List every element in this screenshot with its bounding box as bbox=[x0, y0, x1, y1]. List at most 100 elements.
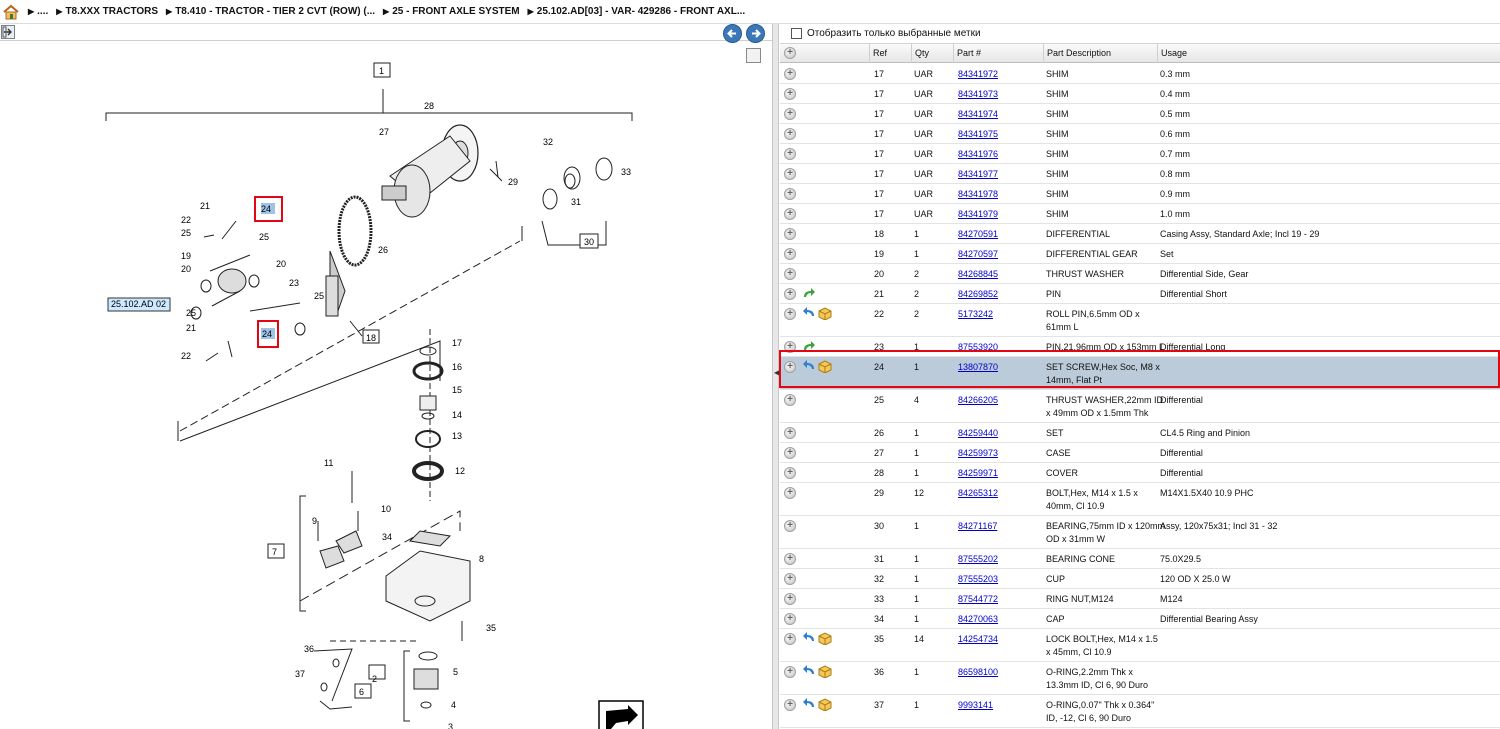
pane-splitter[interactable]: ◀ bbox=[772, 24, 780, 729]
table-row[interactable]: +28 1 84259971 Differential COVER bbox=[780, 463, 1500, 483]
page-label[interactable]: 25.102.AD 02 bbox=[111, 299, 166, 309]
table-row[interactable]: +17 UAR 84341974 0.5 mm SHIM bbox=[780, 104, 1500, 124]
part-number-link[interactable]: 84270591 bbox=[958, 228, 998, 241]
table-row[interactable]: +18 1 84270591 Casing Assy, Standard Axle; … bbox=[780, 224, 1500, 244]
table-row[interactable]: +24 1 13807870 SET SCREW,Hex Soc, M8 x 14mm,… bbox=[780, 357, 1500, 390]
plus-circle-icon[interactable]: + bbox=[784, 394, 796, 406]
plus-circle-icon[interactable]: + bbox=[784, 341, 796, 353]
breadcrumb-item[interactable]: ▶ 25.102.AD[03] - VAR- 429286 - FRONT AXL… bbox=[528, 6, 746, 17]
table-row[interactable]: +17 UAR 84341975 0.6 mm SHIM bbox=[780, 124, 1500, 144]
part-number-link[interactable]: 84341979 bbox=[958, 208, 998, 221]
box-icon[interactable] bbox=[818, 665, 832, 680]
table-row[interactable]: +22 2 5173242 ROLL PIN,6.5mm OD x 61mm L bbox=[780, 304, 1500, 337]
table-row[interactable]: +27 1 84259973 Differential CASE bbox=[780, 443, 1500, 463]
blue-arrow-icon[interactable] bbox=[802, 665, 816, 679]
part-number-link[interactable]: 87553920 bbox=[958, 341, 998, 354]
plus-circle-icon[interactable]: + bbox=[784, 487, 796, 499]
part-number-link[interactable]: 84259973 bbox=[958, 447, 998, 460]
plus-circle-icon[interactable]: + bbox=[784, 699, 796, 711]
green-arrow-icon[interactable] bbox=[802, 287, 816, 301]
plus-circle-icon[interactable]: + bbox=[784, 573, 796, 585]
table-row[interactable]: +33 1 87544772 M124 RING NUT,M124 bbox=[780, 589, 1500, 609]
table-row[interactable]: +34 1 84270063 Differential Bearing Assy CAP bbox=[780, 609, 1500, 629]
column-header-ref[interactable]: Ref bbox=[869, 44, 911, 63]
plus-circle-icon[interactable]: + bbox=[784, 108, 796, 120]
part-number-link[interactable]: 9993141 bbox=[958, 699, 993, 712]
plus-circle-icon[interactable]: + bbox=[784, 168, 796, 180]
plus-circle-icon[interactable]: + bbox=[784, 88, 796, 100]
column-header-description[interactable]: Part Description bbox=[1043, 44, 1157, 63]
part-number-link[interactable]: 87555202 bbox=[958, 553, 998, 566]
part-number-link[interactable]: 84266205 bbox=[958, 394, 998, 407]
column-header-usage[interactable]: Usage bbox=[1157, 44, 1500, 63]
breadcrumb-item[interactable]: ▶.... bbox=[28, 6, 48, 17]
part-number-link[interactable]: 84341977 bbox=[958, 168, 998, 181]
export-icon[interactable] bbox=[1, 25, 15, 39]
box-icon[interactable] bbox=[818, 360, 832, 375]
table-row[interactable]: +17 UAR 84341976 0.7 mm SHIM bbox=[780, 144, 1500, 164]
plus-circle-icon[interactable]: + bbox=[784, 248, 796, 260]
table-row[interactable]: +26 1 84259440 CL4.5 Ring and Pinion SET bbox=[780, 423, 1500, 443]
box-icon[interactable] bbox=[818, 307, 832, 322]
plus-circle-icon[interactable]: + bbox=[784, 593, 796, 605]
table-row[interactable]: +17 UAR 84341979 1.0 mm SHIM bbox=[780, 204, 1500, 224]
plus-circle-icon[interactable]: + bbox=[784, 308, 796, 320]
part-number-link[interactable]: 86598100 bbox=[958, 666, 998, 679]
plus-circle-icon[interactable]: + bbox=[784, 228, 796, 240]
home-icon[interactable] bbox=[2, 3, 20, 21]
table-row[interactable]: +25 4 84266205 Differential THRUST WASHER,22… bbox=[780, 390, 1500, 423]
table-row[interactable]: +17 UAR 84341977 0.8 mm SHIM bbox=[780, 164, 1500, 184]
part-number-link[interactable]: 87544772 bbox=[958, 593, 998, 606]
part-number-link[interactable]: 84341978 bbox=[958, 188, 998, 201]
table-row[interactable]: +35 14 14254734 LOCK BOLT,Hex, M14 x 1.5 x 4… bbox=[780, 629, 1500, 662]
table-row[interactable]: +17 UAR 84341972 0.3 mm SHIM bbox=[780, 64, 1500, 84]
part-number-link[interactable]: 84270597 bbox=[958, 248, 998, 261]
blue-arrow-icon[interactable] bbox=[802, 698, 816, 712]
table-row[interactable]: +17 UAR 84341973 0.4 mm SHIM bbox=[780, 84, 1500, 104]
box-icon[interactable] bbox=[818, 698, 832, 713]
plus-circle-icon[interactable]: + bbox=[784, 666, 796, 678]
part-number-link[interactable]: 84269852 bbox=[958, 288, 998, 301]
part-number-link[interactable]: 84341972 bbox=[958, 68, 998, 81]
plus-circle-icon[interactable]: + bbox=[784, 288, 796, 300]
plus-circle-icon[interactable]: + bbox=[784, 447, 796, 459]
blue-arrow-icon[interactable] bbox=[802, 632, 816, 646]
show-selected-only-checkbox[interactable] bbox=[791, 28, 802, 39]
plus-circle-icon[interactable]: + bbox=[784, 268, 796, 280]
plus-circle-icon[interactable]: + bbox=[784, 128, 796, 140]
breadcrumb-item[interactable]: ▶ T8.XXX TRACTORS bbox=[56, 6, 158, 17]
plus-circle-icon[interactable]: + bbox=[784, 361, 796, 373]
green-arrow-icon[interactable] bbox=[802, 340, 816, 354]
part-number-link[interactable]: 84341974 bbox=[958, 108, 998, 121]
table-row[interactable]: +32 1 87555203 120 OD X 25.0 W CUP bbox=[780, 569, 1500, 589]
part-number-link[interactable]: 84270063 bbox=[958, 613, 998, 626]
plus-circle-icon[interactable]: + bbox=[784, 553, 796, 565]
plus-circle-icon[interactable]: + bbox=[784, 467, 796, 479]
plus-circle-icon[interactable]: + bbox=[784, 148, 796, 160]
table-row[interactable]: +19 1 84270597 Set DIFFERENTIAL GEAR bbox=[780, 244, 1500, 264]
blue-arrow-icon[interactable] bbox=[802, 360, 816, 374]
plus-circle-icon[interactable]: + bbox=[784, 613, 796, 625]
plus-circle-icon[interactable]: + bbox=[784, 427, 796, 439]
plus-circle-icon[interactable]: + bbox=[784, 208, 796, 220]
blue-arrow-icon[interactable] bbox=[802, 307, 816, 321]
part-number-link[interactable]: 84265312 bbox=[958, 487, 998, 500]
expand-all-icon[interactable]: + bbox=[784, 47, 796, 59]
show-selected-only-label[interactable]: Отобразить только выбранные метки bbox=[807, 28, 981, 39]
part-number-link[interactable]: 84341975 bbox=[958, 128, 998, 141]
part-number-link[interactable]: 14254734 bbox=[958, 633, 998, 646]
part-number-link[interactable]: 84259440 bbox=[958, 427, 998, 440]
plus-circle-icon[interactable]: + bbox=[784, 520, 796, 532]
table-row[interactable]: +20 2 84268845 Differential Side, Gear THRUS… bbox=[780, 264, 1500, 284]
table-row[interactable]: +31 1 87555202 75.0X29.5 BEARING CONE bbox=[780, 549, 1500, 569]
table-row[interactable]: +23 1 87553920 Differential Long PIN,21.96mm… bbox=[780, 337, 1500, 357]
breadcrumb-item[interactable]: ▶ T8.410 - TRACTOR - TIER 2 CVT (ROW) (..… bbox=[166, 6, 375, 17]
table-row[interactable]: +36 1 86598100 O-RING,2.2mm Thk x 13.3mm ID,… bbox=[780, 662, 1500, 695]
plus-circle-icon[interactable]: + bbox=[784, 68, 796, 80]
box-icon[interactable] bbox=[818, 632, 832, 647]
part-number-link[interactable]: 84268845 bbox=[958, 268, 998, 281]
column-header-qty[interactable]: Qty bbox=[911, 44, 953, 63]
part-number-link[interactable]: 84341976 bbox=[958, 148, 998, 161]
part-number-link[interactable]: 84341973 bbox=[958, 88, 998, 101]
part-number-link[interactable]: 13807870 bbox=[958, 361, 998, 374]
